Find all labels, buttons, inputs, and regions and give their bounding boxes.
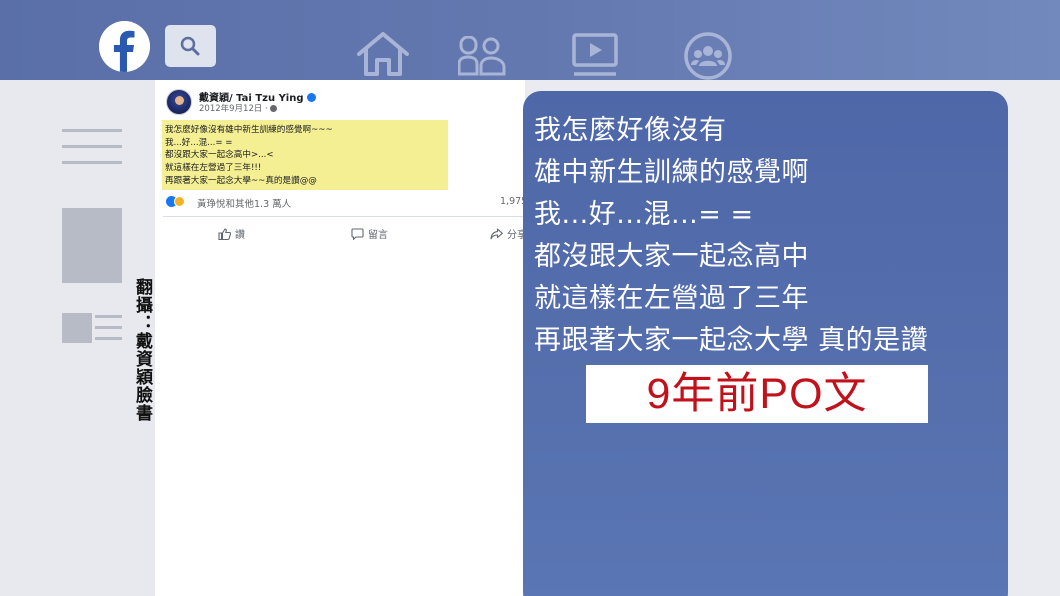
post-line: 我怎麼好像沒有雄中新生訓練的感覺啊~~~ (165, 125, 333, 135)
like-label: 讚 (235, 230, 245, 241)
post-age-banner-text: 9年前PO文 (646, 370, 868, 418)
comment-button[interactable]: 留言 (351, 226, 388, 241)
globe-icon (269, 105, 277, 112)
verified-badge-icon (306, 93, 316, 102)
friends-icon[interactable] (458, 36, 508, 76)
sidebar-placeholder-thumb (62, 313, 92, 343)
quote-line: 就這樣在左營過了三年 (534, 283, 809, 314)
home-icon[interactable] (355, 32, 411, 76)
quote-line: 都沒跟大家一起念高中 (534, 241, 809, 272)
avatar[interactable] (166, 89, 192, 115)
post-screenshot: 戴資穎/ Tai Tzu Ying 2012年9月12日 · 我怎麼好像沒有雄中… (155, 80, 527, 596)
watch-icon[interactable] (572, 33, 620, 77)
facebook-logo-icon[interactable] (99, 21, 150, 72)
quote-line: 我怎麼好像沒有 (534, 115, 727, 146)
like-button[interactable]: 讚 (218, 226, 245, 241)
comment-icon (351, 228, 364, 241)
search-button[interactable] (165, 25, 216, 67)
sidebar-placeholder-block (62, 208, 122, 283)
post-line: 都沒跟大家一起念高中>...< (165, 150, 274, 161)
comment-label: 留言 (368, 230, 388, 241)
menu-line (95, 315, 122, 318)
top-nav-bar (0, 0, 1060, 80)
thumbs-up-icon (218, 228, 232, 241)
quote-line: 我...好...混...= = (534, 199, 754, 230)
groups-icon[interactable] (683, 32, 733, 82)
quote-line: 雄中新生訓練的感覺啊 (534, 157, 809, 188)
photo-credit: 翻攝：戴資穎臉書 (132, 278, 152, 422)
post-line: 就這樣在左營過了三年!!! (165, 163, 262, 174)
quote-text: 我怎麼好像沒有 雄中新生訓練的感覺啊 我...好...混...= = 都沒跟大家… (534, 110, 928, 362)
menu-line (62, 145, 122, 148)
search-icon (180, 36, 200, 56)
haha-reaction-icon (174, 196, 185, 207)
post-line: 我...好...混...= = (165, 137, 233, 148)
menu-line (62, 129, 122, 132)
left-sidebar: 翻攝：戴資穎臉書 (0, 80, 155, 596)
share-icon (490, 228, 503, 240)
post-date-text: 2012年9月12日 · (199, 104, 268, 114)
divider (163, 216, 523, 217)
menu-line (62, 161, 122, 164)
quote-line: 再跟著大家一起念大學 真的是讚 (534, 325, 929, 356)
post-body-highlighted: 我怎麼好像沒有雄中新生訓練的感覺啊~~~ 我...好...混...= = 都沒跟… (162, 120, 448, 190)
quote-card: 我怎麼好像沒有 雄中新生訓練的感覺啊 我...好...混...= = 都沒跟大家… (523, 91, 1008, 596)
post-age-banner: 9年前PO文 (586, 365, 928, 423)
post-line: 再跟著大家一起念大學~~真的是讚@@ (165, 175, 317, 186)
post-date[interactable]: 2012年9月12日 · (199, 102, 277, 114)
reactions-summary[interactable]: 黃琤悅和其他1.3 萬人 (197, 196, 291, 210)
menu-line (95, 337, 122, 340)
menu-line (95, 326, 122, 329)
share-button[interactable]: 分享 (490, 226, 527, 241)
